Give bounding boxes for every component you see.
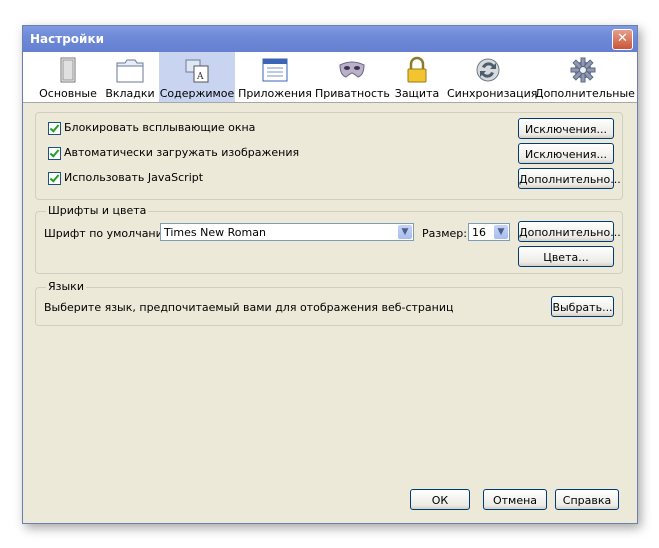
font-size-select[interactable]: 16 ▼	[468, 223, 510, 241]
tab-security[interactable]: Защита	[393, 52, 441, 102]
tab-label: Содержимое	[159, 87, 235, 100]
tab-label: Вкладки	[105, 87, 155, 100]
settings-toolbar: Основные Вкладки A Содержимое Приложения…	[23, 52, 637, 103]
tab-content[interactable]: A Содержимое	[159, 52, 235, 102]
default-font-value: Times New Roman	[164, 226, 266, 239]
title-bar[interactable]: Настройки ✕	[23, 26, 637, 52]
images-exceptions-button[interactable]: Исключения...	[518, 143, 614, 164]
load-images-label: Автоматически загружать изображения	[64, 146, 300, 159]
cancel-button[interactable]: Отмена	[483, 489, 547, 510]
tab-advanced[interactable]: Дополнительные	[535, 52, 635, 102]
tabs-icon	[116, 59, 144, 83]
default-font-label: Шрифт по умолчанию:	[44, 227, 176, 240]
block-popups-checkbox[interactable]	[48, 122, 61, 135]
tab-applications[interactable]: Приложения	[238, 52, 312, 102]
svg-text:A: A	[196, 72, 204, 82]
privacy-mask-icon	[339, 61, 365, 78]
ok-button[interactable]: ОК	[410, 489, 470, 510]
content-group: Блокировать всплывающие окна Исключения.…	[35, 112, 623, 200]
languages-group: Языки Выберите язык, предпочитаемый вами…	[35, 280, 623, 326]
content-icon: A	[185, 59, 209, 83]
languages-group-label: Языки	[46, 280, 86, 293]
chevron-down-icon: ▼	[494, 225, 508, 239]
fonts-group: Шрифты и цвета Шрифт по умолчанию: Times…	[35, 204, 623, 274]
tab-label: Синхронизация	[447, 87, 538, 100]
javascript-checkbox[interactable]	[48, 172, 61, 185]
colors-button[interactable]: Цвета...	[518, 246, 614, 267]
font-size-value: 16	[472, 226, 486, 239]
default-font-select[interactable]: Times New Roman ▼	[160, 223, 414, 241]
popup-exceptions-button[interactable]: Исключения...	[518, 118, 614, 139]
font-size-label: Размер:	[422, 227, 467, 240]
tab-label: Дополнительные	[535, 87, 635, 100]
javascript-advanced-button[interactable]: Дополнительно...	[518, 168, 621, 189]
applications-icon	[262, 58, 288, 82]
gear-icon	[570, 57, 596, 83]
block-popups-label: Блокировать всплывающие окна	[64, 121, 256, 134]
help-button[interactable]: Справка	[555, 489, 619, 510]
tab-privacy[interactable]: Приватность	[315, 52, 390, 102]
tab-general[interactable]: Основные	[32, 52, 104, 102]
general-icon	[60, 57, 76, 83]
tab-sync[interactable]: Синхронизация	[447, 52, 538, 102]
chevron-down-icon: ▼	[398, 225, 412, 239]
tab-tabs[interactable]: Вкладки	[104, 52, 156, 102]
sync-icon	[476, 58, 500, 82]
tab-label: Основные	[39, 87, 97, 100]
choose-languages-button[interactable]: Выбрать...	[551, 296, 614, 317]
fonts-advanced-button[interactable]: Дополнительно...	[518, 221, 621, 242]
window-title: Настройки	[30, 32, 105, 46]
lock-icon	[407, 56, 427, 83]
tab-label: Приватность	[315, 87, 390, 100]
javascript-label: Использовать JavaScript	[64, 171, 204, 184]
fonts-group-label: Шрифты и цвета	[46, 204, 149, 217]
settings-window: Настройки ✕ Основные Вкладки A Содержимо…	[22, 25, 638, 524]
languages-description: Выберите язык, предпочитаемый вами для о…	[44, 301, 454, 314]
close-button[interactable]: ✕	[612, 29, 633, 50]
tab-label: Защита	[394, 87, 440, 100]
load-images-checkbox[interactable]	[48, 147, 61, 160]
tab-label: Приложения	[238, 87, 312, 100]
